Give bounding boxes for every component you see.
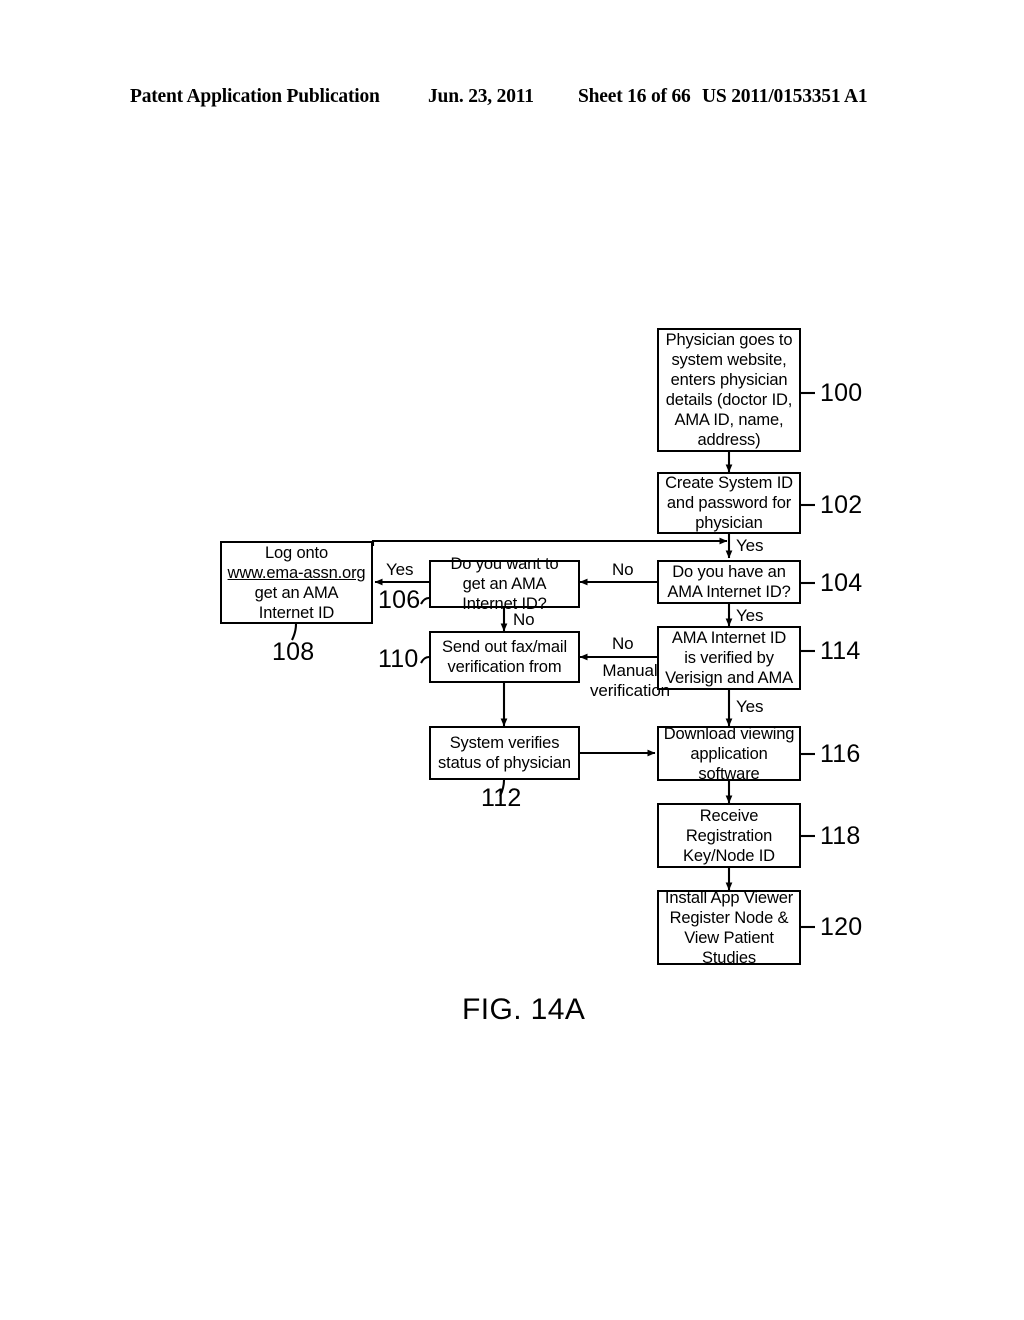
ref-numeral-100: 100	[820, 379, 863, 407]
flow-node-120: Install App Viewer Register Node & View …	[657, 889, 801, 967]
ref-numeral-110: 110	[378, 645, 419, 673]
flowchart-figure: Physician goes to system website, enters…	[0, 0, 1024, 1320]
ref-numeral-106: 106	[378, 586, 421, 614]
edge-label-yes-104-114: Yes	[736, 606, 764, 625]
edge-108-to-104-feedback	[371, 537, 728, 546]
ref-numeral-114: 114	[820, 637, 861, 665]
ref-numeral-108: 108	[272, 638, 315, 666]
leader-106	[420, 596, 430, 605]
flow-node-116: Download viewing application software	[657, 725, 801, 783]
flow-node-100: Physician goes to system website, enters…	[657, 328, 801, 452]
edge-label-no-104-106: No	[612, 560, 634, 579]
flow-node-106: Do you want to get an AMA Internet ID?	[429, 555, 580, 613]
ref-numeral-102: 102	[820, 491, 863, 519]
flow-node-114: AMA Internet ID is verified by Verisign …	[657, 626, 801, 690]
edge-label-yes-106-108: Yes	[386, 560, 414, 579]
ref-numeral-116: 116	[820, 740, 861, 768]
flow-node-102: Create System ID and password for physic…	[657, 472, 801, 534]
edge-label-yes-114-116: Yes	[736, 697, 764, 716]
flow-node-112: System verifies status of physician	[429, 726, 580, 780]
ref-numeral-120: 120	[820, 913, 863, 941]
edge-label-yes-102-104: Yes	[736, 536, 764, 555]
flow-node-118: Receive Registration Key/Node ID	[657, 803, 801, 868]
figure-caption: FIG. 14A	[462, 993, 586, 1026]
flow-node-108-line3: get an AMA	[254, 583, 339, 602]
flow-node-110: Send out fax/mail verification from	[429, 631, 580, 683]
ref-numeral-118: 118	[820, 822, 861, 850]
flow-node-108: Log onto www.ema-assn.org get an AMA Int…	[220, 541, 373, 624]
ref-numeral-112: 112	[481, 784, 522, 812]
flow-node-104: Do you have an AMA Internet ID?	[657, 560, 801, 604]
edge-label-no-114-110: No	[612, 634, 634, 653]
ref-numeral-104: 104	[820, 569, 863, 597]
leader-110	[420, 655, 430, 664]
flow-node-108-line1: Log onto	[264, 543, 329, 562]
flow-node-108-line4: Internet ID	[258, 603, 335, 622]
edge-label-no-106-110: No	[513, 610, 535, 629]
edge-label-manual-verification: Manual verification	[589, 661, 671, 700]
flow-node-108-url: www.ema-assn.org	[227, 563, 366, 582]
